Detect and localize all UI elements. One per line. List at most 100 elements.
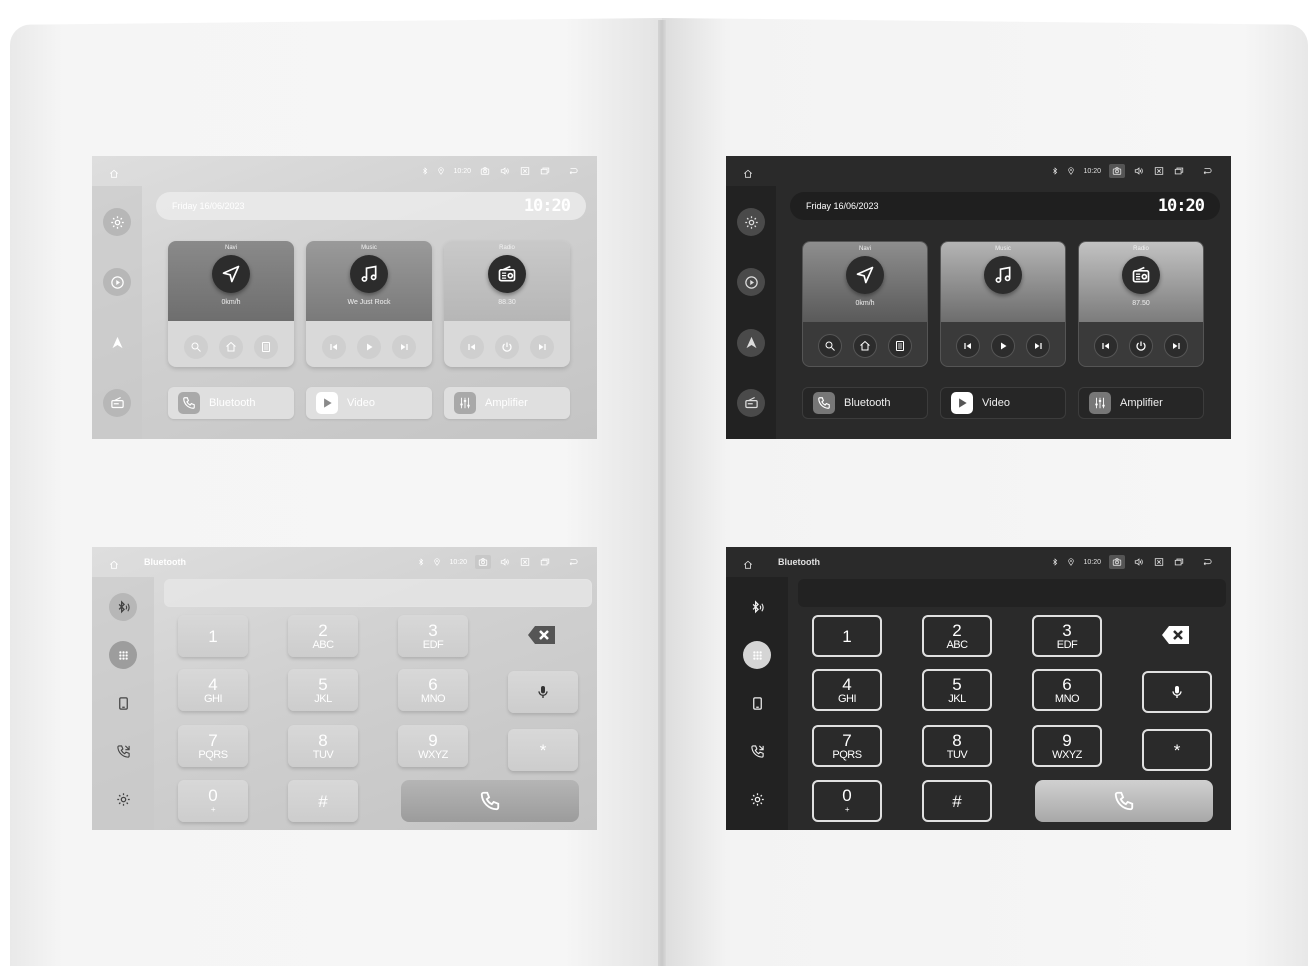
music-icon[interactable]	[350, 255, 388, 293]
sidebar-settings-button[interactable]	[737, 208, 765, 237]
previous-button[interactable]	[321, 335, 346, 359]
home-icon[interactable]	[108, 166, 120, 176]
voice-button[interactable]	[508, 671, 578, 713]
key-star[interactable]: *	[508, 729, 578, 771]
bluetooth-app-button[interactable]: Bluetooth	[802, 387, 928, 419]
sidebar-settings-button[interactable]	[103, 208, 131, 237]
back-icon[interactable]	[565, 166, 581, 176]
device-tab[interactable]	[109, 689, 137, 717]
bt-audio-tab[interactable]	[743, 593, 771, 621]
window-icon[interactable]	[539, 557, 551, 567]
close-box-icon[interactable]	[1153, 557, 1165, 567]
close-box-icon[interactable]	[519, 557, 531, 567]
close-box-icon[interactable]	[519, 166, 531, 176]
volume-icon[interactable]	[499, 166, 511, 176]
key-0[interactable]: 0 +	[178, 780, 248, 822]
sidebar-navigation-button[interactable]	[737, 328, 765, 357]
radio-card[interactable]: Radio 88.30	[444, 241, 570, 367]
volume-icon[interactable]	[1133, 166, 1145, 176]
sidebar-radio-button[interactable]	[103, 388, 131, 417]
window-icon[interactable]	[1173, 557, 1185, 567]
camera-icon[interactable]	[1109, 164, 1125, 178]
bt-settings-tab[interactable]	[109, 786, 137, 814]
window-icon[interactable]	[1173, 166, 1185, 176]
nav-list-button[interactable]	[254, 335, 279, 359]
radio-icon[interactable]	[1122, 256, 1160, 294]
search-button[interactable]	[818, 334, 843, 358]
key-1[interactable]: 1	[812, 615, 882, 657]
device-tab[interactable]	[743, 689, 771, 717]
music-card[interactable]: Music	[940, 241, 1066, 367]
key-0[interactable]: 0 +	[812, 780, 882, 822]
next-button[interactable]	[392, 335, 417, 359]
nav-home-button[interactable]	[218, 335, 243, 359]
bluetooth-app-button[interactable]: Bluetooth	[168, 387, 294, 419]
music-card[interactable]: Music We Just Rock	[306, 241, 432, 367]
navi-icon[interactable]	[212, 255, 250, 293]
previous-button[interactable]	[956, 334, 981, 358]
sidebar-navigation-button[interactable]	[103, 329, 131, 357]
key-7[interactable]: 7 PQRS	[178, 725, 248, 767]
video-app-button[interactable]: Video	[306, 387, 432, 419]
navi-card[interactable]: Navi 0km/h	[802, 241, 928, 367]
dialpad-tab[interactable]	[743, 641, 771, 670]
next-button[interactable]	[1025, 334, 1050, 358]
volume-icon[interactable]	[499, 557, 511, 567]
delete-button[interactable]	[527, 625, 557, 645]
power-button[interactable]	[1128, 334, 1153, 358]
home-icon[interactable]	[742, 557, 754, 567]
key-6[interactable]: 6 MNO	[398, 669, 468, 711]
power-button[interactable]	[494, 335, 519, 359]
amplifier-app-button[interactable]: Amplifier	[444, 387, 570, 419]
home-icon[interactable]	[742, 166, 754, 176]
video-app-button[interactable]: Video	[940, 387, 1066, 419]
next-button[interactable]	[530, 335, 555, 359]
window-icon[interactable]	[539, 166, 551, 176]
key-4[interactable]: 4 GHI	[812, 669, 882, 711]
key-3[interactable]: 3 EDF	[398, 615, 468, 657]
key-9[interactable]: 9 WXYZ	[398, 725, 468, 767]
number-input[interactable]	[798, 579, 1226, 607]
call-button[interactable]	[401, 780, 579, 822]
navi-icon[interactable]	[846, 256, 884, 294]
play-button[interactable]	[356, 335, 381, 359]
sidebar-radio-button[interactable]	[737, 388, 765, 417]
key-5[interactable]: 5 JKL	[922, 669, 992, 711]
search-button[interactable]	[183, 335, 208, 359]
key-hash[interactable]: #	[288, 780, 358, 822]
home-icon[interactable]	[108, 557, 120, 567]
sidebar-media-button[interactable]	[103, 268, 131, 297]
call-log-tab[interactable]	[743, 738, 771, 766]
navi-card[interactable]: Navi 0km/h	[168, 241, 294, 367]
nav-list-button[interactable]	[887, 334, 912, 358]
play-button[interactable]	[990, 334, 1015, 358]
number-input[interactable]	[164, 579, 592, 607]
key-4[interactable]: 4 GHI	[178, 669, 248, 711]
camera-icon[interactable]	[475, 555, 491, 569]
key-hash[interactable]: #	[922, 780, 992, 822]
camera-icon[interactable]	[479, 166, 491, 176]
back-icon[interactable]	[565, 557, 581, 567]
voice-button[interactable]	[1142, 671, 1212, 713]
call-button[interactable]	[1035, 780, 1213, 822]
dialpad-tab[interactable]	[109, 641, 137, 670]
key-2[interactable]: 2 ABC	[922, 615, 992, 657]
radio-card[interactable]: Radio 87.50	[1078, 241, 1204, 367]
back-icon[interactable]	[1199, 166, 1215, 176]
delete-button[interactable]	[1161, 625, 1191, 645]
key-8[interactable]: 8 TUV	[288, 725, 358, 767]
key-8[interactable]: 8 TUV	[922, 725, 992, 767]
call-log-tab[interactable]	[109, 738, 137, 766]
bt-audio-tab[interactable]	[109, 593, 137, 622]
key-1[interactable]: 1	[178, 615, 248, 657]
radio-icon[interactable]	[488, 255, 526, 293]
amplifier-app-button[interactable]: Amplifier	[1078, 387, 1204, 419]
nav-home-button[interactable]	[852, 334, 877, 358]
volume-icon[interactable]	[1133, 557, 1145, 567]
close-box-icon[interactable]	[1153, 166, 1165, 176]
next-button[interactable]	[1163, 334, 1188, 358]
back-icon[interactable]	[1199, 557, 1215, 567]
camera-icon[interactable]	[1109, 555, 1125, 569]
key-3[interactable]: 3 EDF	[1032, 615, 1102, 657]
previous-button[interactable]	[1094, 334, 1119, 358]
